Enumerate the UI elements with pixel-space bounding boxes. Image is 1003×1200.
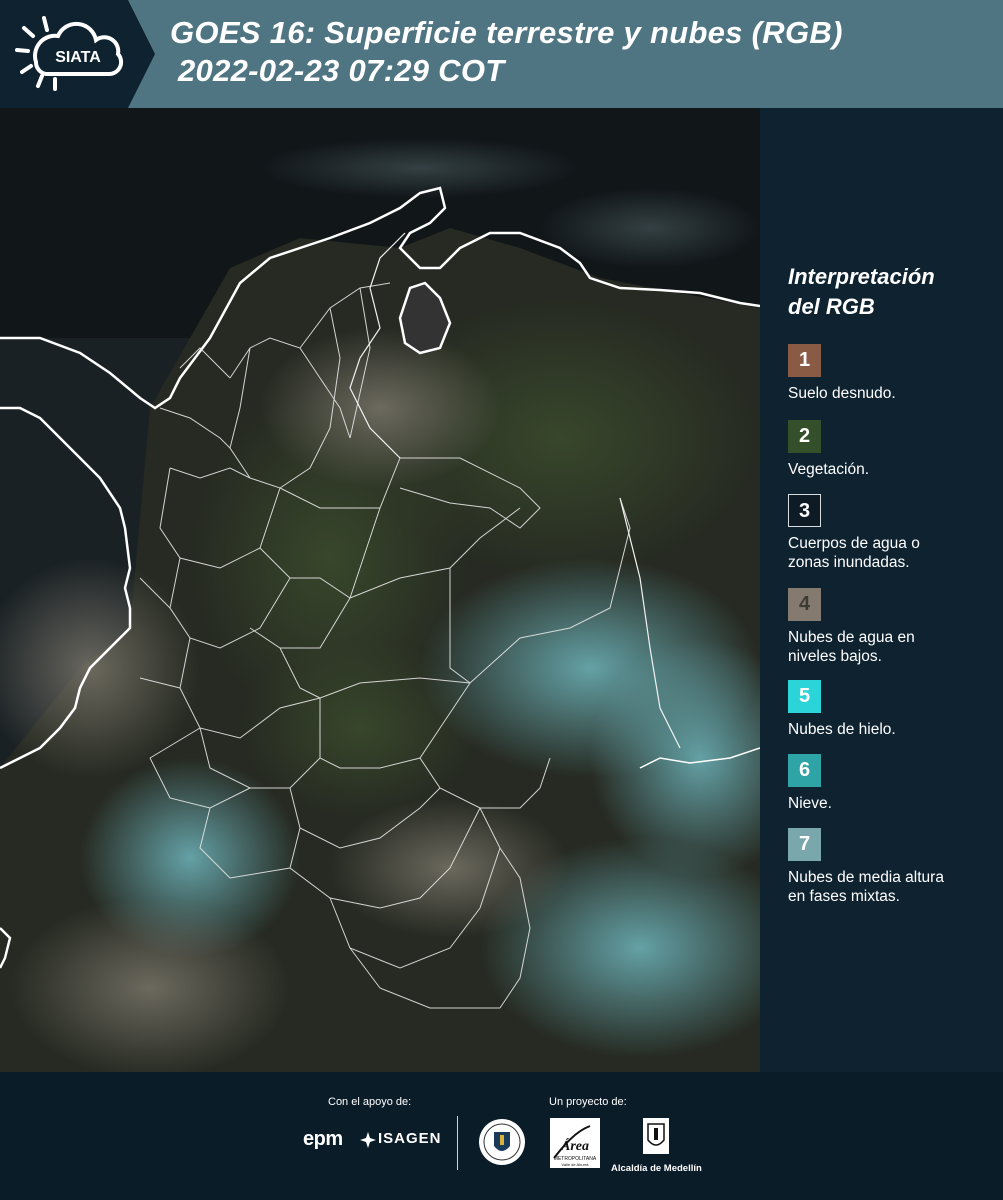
alcaldia-medellin-logo: Alcaldía de Medellín — [611, 1118, 702, 1174]
epm-logo: epm — [303, 1128, 343, 1151]
legend-label-7: Nubes de media altura en fases mixtas. — [788, 868, 998, 906]
alcaldia-shield-icon — [643, 1118, 669, 1154]
legend-label-4-line-2: niveles bajos. — [788, 648, 882, 665]
legend-swatch-7: 7 — [788, 828, 821, 861]
support-label: Con el apoyo de: — [328, 1096, 412, 1108]
epm-logo-text: epm — [303, 1128, 343, 1150]
legend-label-6: Nieve. — [788, 795, 832, 812]
rgb-legend: Interpretación del RGB 1 Suelo desnudo. … — [760, 108, 1003, 1072]
legend-swatch-2: 2 — [788, 420, 821, 453]
isagen-logo: ISAGEN — [378, 1130, 442, 1147]
legend-title-line-2: del RGB — [788, 294, 875, 319]
area-logo-text: Área — [560, 1137, 589, 1154]
legend-label-3-line-2: zonas inundadas. — [788, 554, 910, 571]
legend-swatch-4: 4 — [788, 588, 821, 621]
area-logo-subtext-2: Valle de Aburrá — [561, 1162, 589, 1167]
legend-label-4-line-1: Nubes de agua en — [788, 629, 915, 646]
legend-label-7-line-2: en fases mixtas. — [788, 888, 900, 905]
legend-label-3: Cuerpos de agua o zonas inundadas. — [788, 534, 998, 572]
legend-item-mixed-phase-clouds: 7 Nubes de media altura en fases mixtas. — [788, 828, 998, 906]
page-title: GOES 16: Superficie terrestre y nubes (R… — [170, 14, 843, 90]
project-label: Un proyecto de: — [549, 1096, 627, 1108]
legend-swatch-5: 5 — [788, 680, 821, 713]
legend-swatch-3: 3 — [788, 494, 821, 527]
header-bar: SIATA GOES 16: Superficie terrestre y nu… — [0, 0, 1003, 108]
isagen-icon — [360, 1132, 376, 1148]
legend-swatch-1: 1 — [788, 344, 821, 377]
legend-title-line-1: Interpretación — [788, 264, 935, 289]
area-metropolitana-logo: Área METROPOLITANA Valle de Aburrá — [550, 1118, 600, 1173]
footer-divider — [457, 1116, 458, 1170]
alcaldia-text: Alcaldía de Medellín — [611, 1163, 702, 1174]
legend-label-5: Nubes de hielo. — [788, 721, 896, 738]
legend-item-low-water-clouds: 4 Nubes de agua en niveles bajos. — [788, 588, 998, 666]
legend-item-vegetation: 2 Vegetación. — [788, 420, 998, 479]
legend-item-water-bodies: 3 Cuerpos de agua o zonas inundadas. — [788, 494, 998, 572]
legend-title: Interpretación del RGB — [788, 262, 935, 322]
legend-label-2: Vegetación. — [788, 461, 870, 478]
legend-swatch-6: 6 — [788, 754, 821, 787]
title-line-2: 2022-02-23 07:29 COT — [178, 53, 505, 88]
title-line-1: GOES 16: Superficie terrestre y nubes (R… — [170, 15, 843, 50]
siata-logo-text: SIATA — [55, 49, 101, 66]
legend-label-4: Nubes de agua en niveles bajos. — [788, 628, 998, 666]
legend-label-3-line-1: Cuerpos de agua o — [788, 535, 920, 552]
legend-label-7-line-1: Nubes de media altura — [788, 869, 944, 886]
legend-item-snow: 6 Nieve. — [788, 754, 998, 813]
legend-item-ice-clouds: 5 Nubes de hielo. — [788, 680, 998, 739]
legend-item-bare-soil: 1 Suelo desnudo. — [788, 344, 998, 403]
footer: Con el apoyo de: Un proyecto de: epm ISA… — [0, 1072, 1003, 1200]
medellin-seal-icon — [479, 1119, 525, 1165]
siata-logo: SIATA — [0, 0, 155, 108]
satellite-map — [0, 108, 760, 1072]
legend-label-1: Suelo desnudo. — [788, 385, 896, 402]
